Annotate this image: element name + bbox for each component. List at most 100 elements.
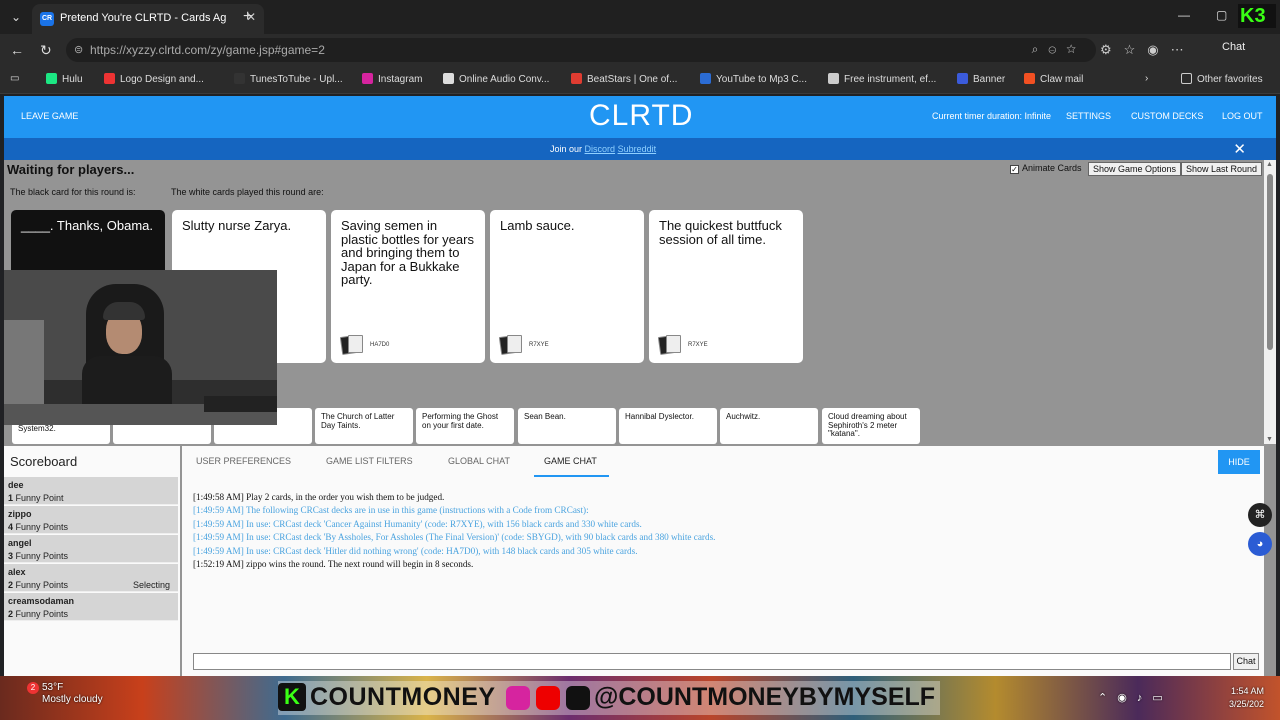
bookmarks-bar: ▭ Hulu Logo Design and... TunesToTube - … bbox=[0, 66, 1280, 94]
tab-title: Pretend You're CLRTD - Cards Ag bbox=[60, 12, 227, 24]
browser-tab[interactable]: CR Pretend You're CLRTD - Cards Ag ✕ bbox=[32, 4, 264, 34]
hand-card[interactable]: Hannibal Dyslector. bbox=[619, 408, 717, 444]
overlay-handle: @COUNTMONEYBYMYSELF bbox=[594, 683, 936, 711]
hand-card[interactable]: Cloud dreaming about Sephiroth's 2 meter… bbox=[822, 408, 920, 444]
player-points: 2 Funny Points bbox=[8, 580, 69, 590]
bookmark-beatstars[interactable]: BeatStars | One of... bbox=[571, 73, 677, 85]
player-name: angel bbox=[8, 538, 32, 548]
chat-log: [1:49:58 AM] Play 2 cards, in the order … bbox=[193, 491, 1253, 571]
chat-message: [1:52:19 AM] zippo wins the round. The n… bbox=[193, 559, 474, 570]
bookmark-instagram[interactable]: Instagram bbox=[362, 73, 422, 85]
bookmark-claw-mail[interactable]: Claw mail bbox=[1024, 73, 1083, 85]
close-banner-icon[interactable]: ✕ bbox=[1233, 140, 1246, 158]
k3-logo: K3 bbox=[1238, 4, 1276, 28]
chat-input[interactable] bbox=[193, 653, 1231, 670]
system-tray-icons[interactable]: ⌃◉♪▭ bbox=[1098, 691, 1173, 704]
hand-card[interactable]: Auchwitz. bbox=[720, 408, 818, 444]
site-logo: CLRTD bbox=[589, 99, 694, 132]
white-card-text: Saving semen in plastic bottles for year… bbox=[341, 218, 474, 287]
player-points: 3 Funny Points bbox=[8, 551, 69, 561]
tab-game-chat[interactable]: GAME CHAT bbox=[534, 456, 609, 477]
white-card[interactable]: The quickest buttfuck session of all tim… bbox=[649, 210, 803, 363]
white-card-text: Lamb sauce. bbox=[500, 218, 575, 233]
weather-widget[interactable]: 53°F Mostly cloudy bbox=[42, 682, 103, 706]
minimize-icon[interactable]: — bbox=[1178, 8, 1190, 22]
bookmark-logo-design[interactable]: Logo Design and... bbox=[104, 73, 204, 85]
url-text: https://xyzzy.clrtd.com/zy/game.jsp#game… bbox=[90, 43, 325, 57]
scrollbar-thumb[interactable] bbox=[1267, 174, 1273, 350]
deck-code: R7XYE bbox=[529, 342, 549, 348]
url-action-icons[interactable]: ⌕⊝☆ bbox=[1032, 42, 1086, 57]
other-favorites[interactable]: Other favorites bbox=[1181, 73, 1263, 85]
black-card-label: The black card for this round is: bbox=[10, 187, 136, 197]
social-icons bbox=[506, 684, 590, 712]
player-name: dee bbox=[8, 480, 24, 490]
youtube-icon bbox=[536, 686, 560, 710]
subreddit-link[interactable]: Subreddit bbox=[618, 144, 657, 154]
more-bookmarks-icon[interactable]: › bbox=[1145, 73, 1148, 84]
copilot-chat-button[interactable]: Chat bbox=[1222, 41, 1245, 53]
community-banner: Join our Discord Subreddit ✕ bbox=[4, 138, 1276, 160]
system-clock[interactable]: 1:54 AM 3/25/202 bbox=[1222, 685, 1264, 711]
site-info-icon[interactable]: ⊜ bbox=[74, 43, 83, 56]
new-tab-icon[interactable]: + bbox=[243, 8, 252, 26]
extensions-icons[interactable]: ⚙☆◉⋯ bbox=[1100, 42, 1196, 58]
maximize-icon[interactable]: ▢ bbox=[1216, 8, 1227, 22]
hand-card-text: Hannibal Dyslector. bbox=[625, 412, 694, 421]
animate-cards-option[interactable]: ✓ Animate Cards bbox=[1010, 163, 1082, 174]
log-out-button[interactable]: LOG OUT bbox=[1222, 111, 1263, 121]
hand-card-text: Cloud dreaming about Sephiroth's 2 meter… bbox=[828, 412, 907, 438]
tab-game-list-filters[interactable]: GAME LIST FILTERS bbox=[326, 456, 413, 466]
reload-icon[interactable]: ↻ bbox=[40, 42, 52, 59]
game-page: LEAVE GAME CLRTD Current timer duration:… bbox=[4, 96, 1276, 676]
white-card[interactable]: Lamb sauce. R7XYE bbox=[490, 210, 644, 363]
overlay-name: COUNTMONEY bbox=[310, 683, 496, 711]
browser-tab-bar: ⌄ CR Pretend You're CLRTD - Cards Ag ✕ +… bbox=[0, 0, 1280, 34]
chat-message: [1:49:59 AM] The following CRCast decks … bbox=[193, 505, 589, 516]
hand-card[interactable]: The Church of Latter Day Taints. bbox=[315, 408, 413, 444]
top-nav: LEAVE GAME CLRTD Current timer duration:… bbox=[4, 96, 1276, 138]
deck-cards-icon bbox=[500, 334, 522, 353]
white-card[interactable]: Saving semen in plastic bottles for year… bbox=[331, 210, 485, 363]
page-scrollbar[interactable]: ▲ ▼ bbox=[1264, 160, 1276, 444]
grid-icon[interactable]: ⌘ bbox=[1248, 503, 1272, 527]
player-state: Selecting bbox=[132, 580, 170, 590]
discord-icon[interactable]: ◕ bbox=[1248, 532, 1272, 556]
bookmark-youtube-mp3[interactable]: YouTube to Mp3 C... bbox=[700, 73, 807, 85]
scroll-down-icon[interactable]: ▼ bbox=[1266, 436, 1273, 443]
bookmark-banner[interactable]: Banner bbox=[957, 73, 1005, 85]
reading-list-icon[interactable]: ▭ bbox=[10, 73, 19, 84]
url-field[interactable]: ⊜ https://xyzzy.clrtd.com/zy/game.jsp#ga… bbox=[66, 38, 1096, 62]
hand-card[interactable]: Sean Bean. bbox=[518, 408, 616, 444]
settings-button[interactable]: SETTINGS bbox=[1066, 111, 1111, 121]
chat-send-button[interactable]: Chat bbox=[1233, 653, 1259, 670]
show-game-options-button[interactable]: Show Game Options bbox=[1088, 162, 1182, 176]
tab-actions-icon[interactable]: ⌄ bbox=[6, 7, 26, 27]
back-icon[interactable]: ← bbox=[10, 42, 24, 58]
custom-decks-button[interactable]: CUSTOM DECKS bbox=[1131, 111, 1203, 121]
webcam-mixer bbox=[204, 396, 277, 412]
leave-game-button[interactable]: LEAVE GAME bbox=[21, 111, 78, 121]
white-card-text: Slutty nurse Zarya. bbox=[182, 218, 292, 233]
player-name: zippo bbox=[8, 509, 32, 519]
tab-global-chat[interactable]: GLOBAL CHAT bbox=[448, 456, 510, 466]
animate-cards-checkbox[interactable]: ✓ bbox=[1010, 165, 1019, 174]
show-last-round-button[interactable]: Show Last Round bbox=[1181, 162, 1263, 176]
hand-card[interactable]: Performing the Ghost on your first date. bbox=[416, 408, 514, 444]
bookmark-hulu[interactable]: Hulu bbox=[46, 73, 83, 85]
bookmark-audio-converter[interactable]: Online Audio Conv... bbox=[443, 73, 549, 85]
scoreboard-row: zippo 4 Funny Points bbox=[4, 506, 178, 534]
hand-card-text: Performing the Ghost on your first date. bbox=[422, 412, 499, 430]
clrtd-favicon-icon: CR bbox=[40, 12, 54, 26]
deck-cards-icon bbox=[341, 334, 363, 353]
scoreboard-row: angel 3 Funny Points bbox=[4, 535, 178, 563]
bookmark-free-instrument[interactable]: Free instrument, ef... bbox=[828, 73, 936, 85]
discord-link[interactable]: Discord bbox=[585, 144, 616, 154]
tab-user-preferences[interactable]: USER PREFERENCES bbox=[196, 456, 291, 466]
hide-panel-button[interactable]: HIDE bbox=[1218, 450, 1260, 474]
chat-message: [1:49:59 AM] In use: CRCast deck 'Hitler… bbox=[193, 545, 638, 556]
player-name: creamsodaman bbox=[8, 596, 75, 606]
game-status: Waiting for players... bbox=[7, 162, 135, 177]
bookmark-tunestotube[interactable]: TunesToTube - Upl... bbox=[234, 73, 343, 85]
scroll-up-icon[interactable]: ▲ bbox=[1266, 161, 1273, 168]
